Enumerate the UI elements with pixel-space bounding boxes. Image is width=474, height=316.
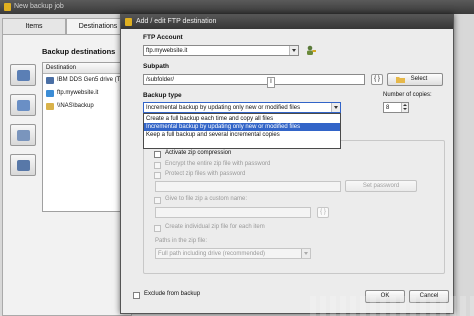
paths-select[interactable]: Full path including drive (recommended)	[155, 248, 311, 259]
paths-value: Full path including drive (recommended)	[158, 251, 266, 257]
copies-label: Number of copies:	[383, 92, 432, 98]
network-share-icon	[46, 103, 54, 110]
manage-accounts-button[interactable]	[305, 45, 317, 56]
tab-items[interactable]: Items	[2, 18, 66, 34]
spinner-arrows-icon[interactable]	[401, 103, 408, 112]
column-header-destination[interactable]: Destination	[43, 63, 131, 74]
zip-password-input[interactable]	[155, 181, 341, 192]
backup-type-value: Incremental backup by updating only new …	[146, 105, 301, 111]
side-toolbar	[6, 60, 40, 210]
encrypt-zip-checkbox[interactable]	[154, 162, 161, 169]
section-title: Backup destinations	[42, 47, 116, 56]
format-indicator: I	[267, 77, 275, 88]
subpath-variables-button[interactable]: { }	[371, 74, 383, 85]
table-row[interactable]: IBM DDS Gen5 drive (TA	[43, 74, 131, 87]
add-drive-icon	[17, 70, 30, 81]
edit-icon	[17, 100, 30, 111]
table-row[interactable]: \\NAS\backup	[43, 100, 131, 113]
chevron-down-icon[interactable]	[289, 46, 298, 55]
chevron-down-icon[interactable]	[331, 103, 340, 112]
backup-type-dropdown-list: Create a full backup each time and copy …	[143, 113, 341, 149]
remove-icon	[17, 130, 30, 141]
chevron-down-icon[interactable]	[301, 249, 310, 258]
dropdown-option-full[interactable]: Create a full backup each time and copy …	[144, 115, 340, 123]
subpath-label: Subpath	[143, 63, 169, 70]
ftp-destination-dialog: Add / edit FTP destination FTP Account f…	[120, 14, 454, 314]
folder-icon	[396, 77, 405, 83]
add-destination-button[interactable]	[10, 64, 36, 86]
activate-zip-checkbox[interactable]	[154, 151, 161, 158]
backup-type-label: Backup type	[143, 92, 182, 99]
custom-name-input[interactable]	[155, 207, 311, 218]
dialog-title: Add / edit FTP destination	[136, 18, 217, 25]
properties-icon	[17, 160, 30, 171]
dropdown-option-full-plus-incremental[interactable]: Keep a full backup and several increment…	[144, 131, 340, 139]
row-label: \\NAS\backup	[57, 103, 94, 109]
properties-button[interactable]	[10, 154, 36, 176]
destinations-table: Destination IBM DDS Gen5 drive (TA ftp.m…	[42, 62, 132, 212]
table-row[interactable]: ftp.mywebsite.it	[43, 87, 131, 100]
backup-type-select[interactable]: Incremental backup by updating only new …	[143, 102, 341, 113]
copies-spinner[interactable]: 8	[383, 102, 409, 113]
dropdown-option-incremental[interactable]: Incremental backup by updating only new …	[144, 123, 340, 131]
window-title: New backup job	[14, 3, 64, 10]
ftp-account-value: ftp.mywebsite.it	[146, 48, 188, 54]
window-titlebar: New backup job	[0, 0, 474, 14]
copies-value: 8	[386, 105, 390, 111]
custom-name-checkbox[interactable]	[154, 197, 161, 204]
subpath-input[interactable]: /subfolder/	[143, 74, 365, 85]
row-label: ftp.mywebsite.it	[57, 90, 99, 96]
custom-name-variables-button[interactable]: { }	[317, 207, 329, 218]
edit-destination-button[interactable]	[10, 94, 36, 116]
app-icon	[4, 3, 11, 11]
ftp-account-select[interactable]: ftp.mywebsite.it	[143, 45, 299, 56]
exclude-from-backup-checkbox[interactable]	[133, 292, 140, 299]
ftp-server-icon	[46, 90, 54, 97]
activate-zip-label: Activate zip compression	[165, 150, 232, 156]
individual-zip-checkbox[interactable]	[154, 225, 161, 232]
tape-drive-icon	[46, 77, 54, 84]
select-folder-button[interactable]: Select	[387, 73, 443, 86]
dialog-titlebar: Add / edit FTP destination	[121, 15, 453, 29]
ftp-account-label: FTP Account	[143, 34, 183, 41]
set-password-button[interactable]: Set password	[345, 180, 417, 192]
individual-zip-label: Create individual zip file for each item	[165, 224, 265, 230]
app-icon	[125, 18, 132, 26]
select-label: Select	[410, 76, 428, 82]
paths-label: Paths in the zip file:	[155, 238, 208, 244]
user-key-icon	[307, 45, 316, 55]
custom-name-label: Give to file zip a custom name:	[165, 196, 248, 202]
protect-zip-label: Protect zip files with password	[165, 171, 246, 177]
tab-bar: Items Destinations	[0, 18, 130, 34]
row-label: IBM DDS Gen5 drive (TA	[57, 77, 124, 83]
remove-destination-button[interactable]	[10, 124, 36, 146]
watermark-overlay	[310, 296, 474, 316]
encrypt-zip-label: Encrypt the entire zip file with passwor…	[165, 161, 271, 167]
exclude-from-backup-label: Exclude from backup	[144, 291, 201, 297]
protect-zip-checkbox[interactable]	[154, 172, 161, 179]
